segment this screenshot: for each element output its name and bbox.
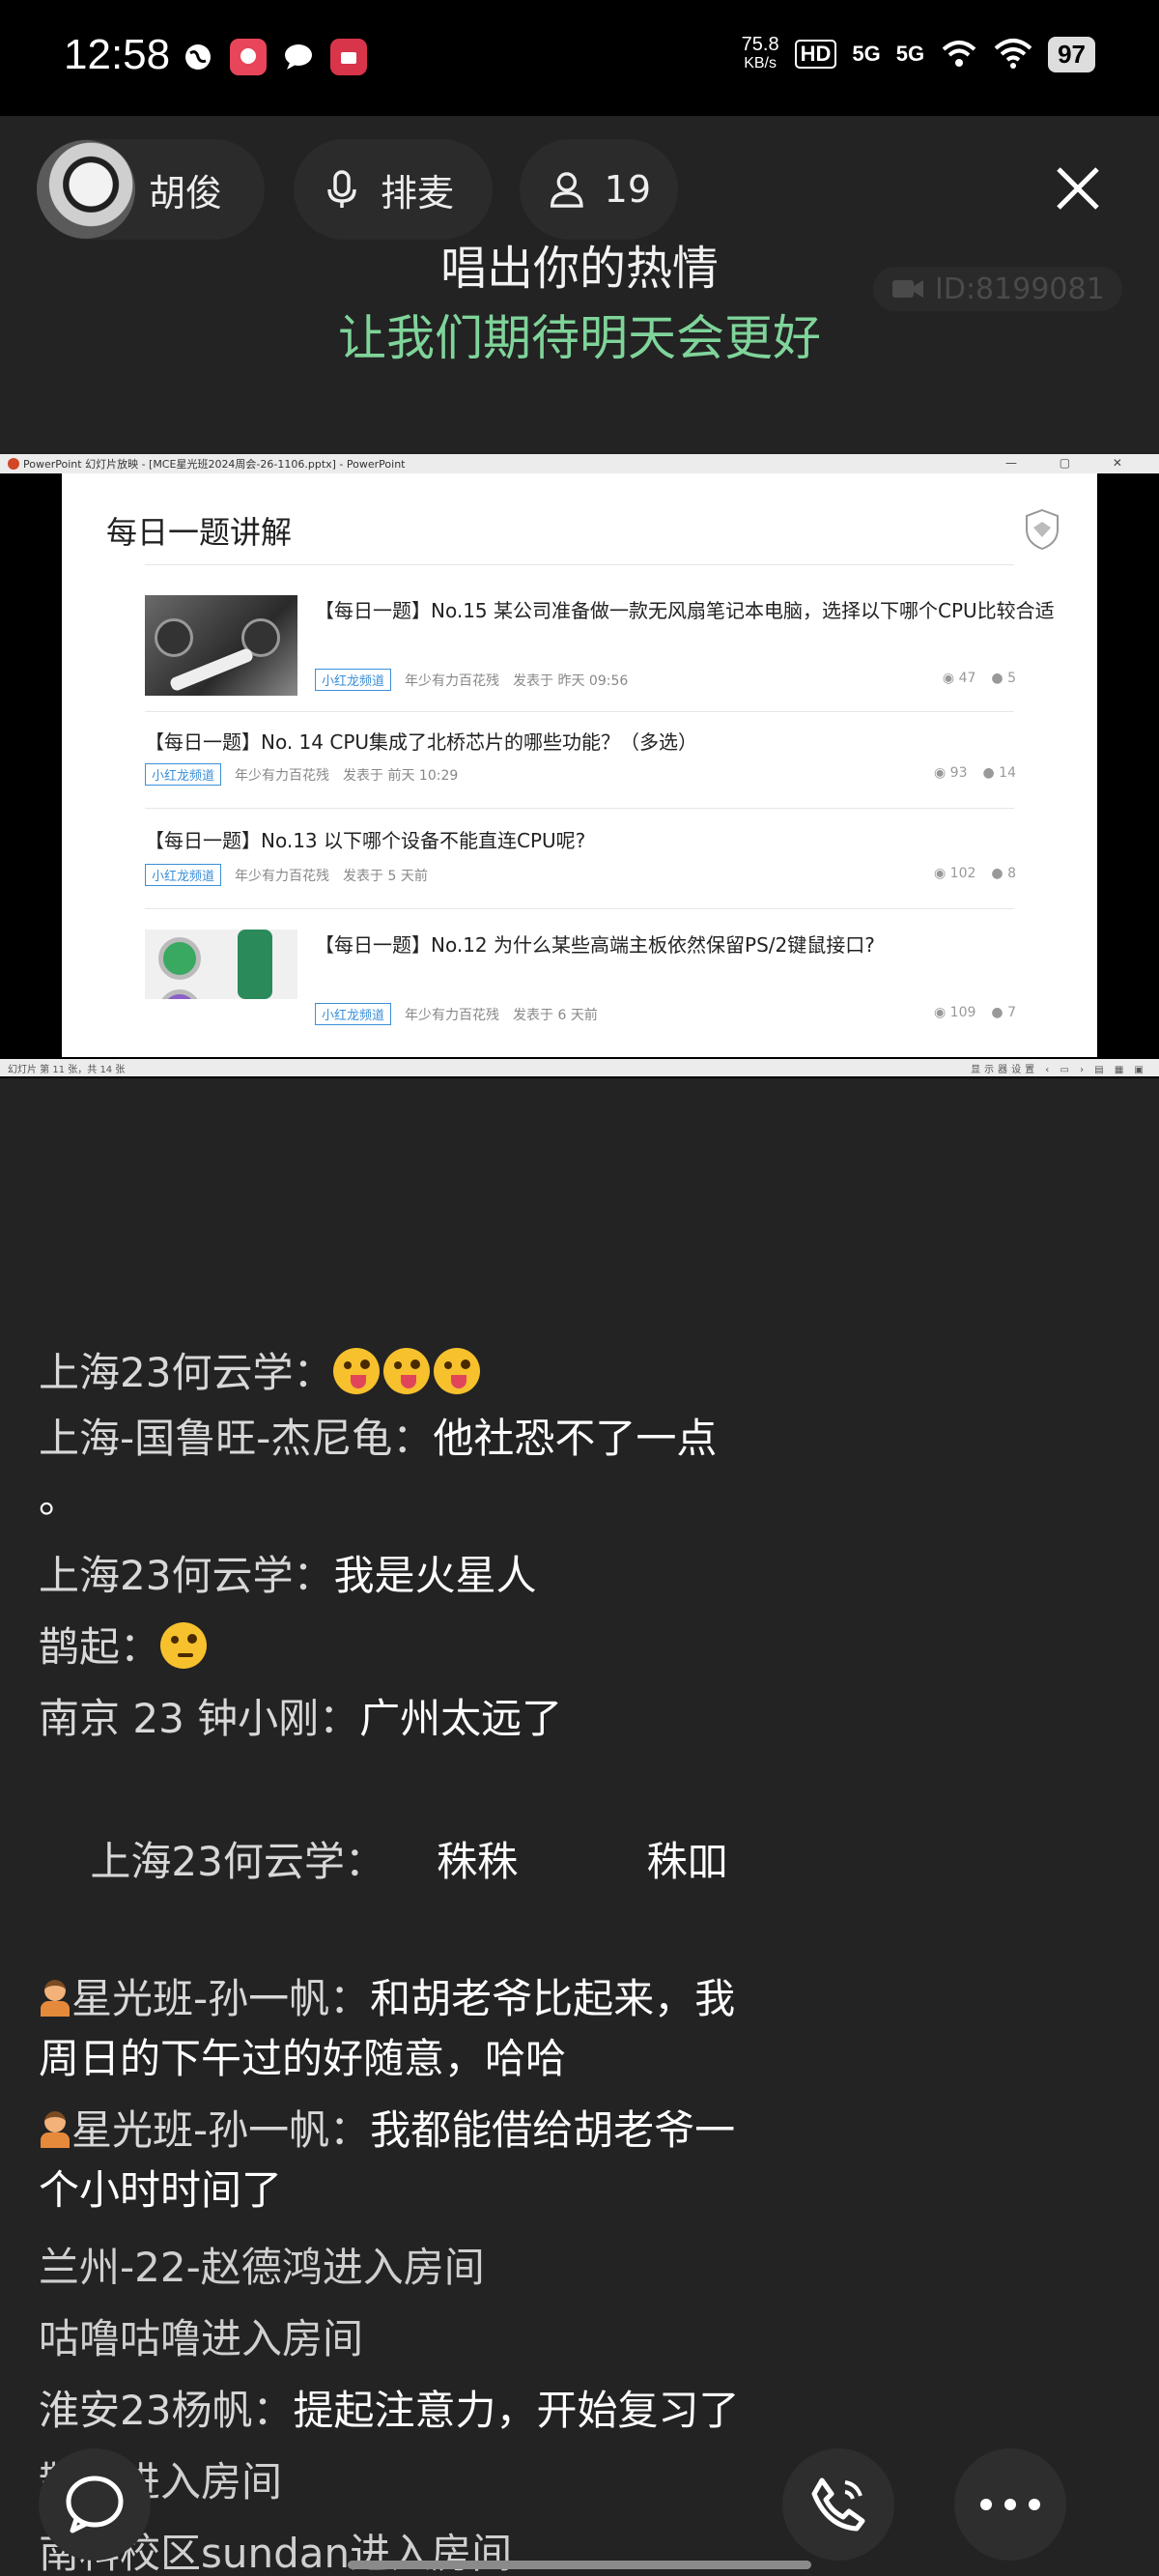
post-title: 【每日一题】No.13 以下哪个设备不能直连CPU呢? bbox=[145, 829, 586, 852]
views-icon: ◉ 102 bbox=[934, 866, 976, 881]
globe-icon bbox=[180, 39, 216, 75]
chat-message: 星光班-孙一帆：我都能借给胡老爷一 个小时时间了 bbox=[39, 2106, 736, 2214]
views-icon: ◉ 47 bbox=[942, 671, 976, 686]
window-controls: — ▢ ✕ bbox=[1004, 456, 1142, 470]
post-stats: ◉ 47 ● 5 bbox=[943, 671, 1016, 686]
shopping-icon bbox=[330, 39, 367, 75]
post-stats: ◉ 102 ● 8 bbox=[934, 866, 1016, 881]
view-controls: 显示器设置 ‹ ▭ › ▤ ▦ ▣ bbox=[971, 1064, 1147, 1075]
post-meta: 小红龙频道 年少有力百花残 发表于 6 天前 bbox=[315, 1003, 598, 1025]
person-icon bbox=[551, 172, 583, 208]
room-header: 胡俊 排麦 19 唱出你的热情 让我们期待明天会更好 ID:8199081 bbox=[0, 116, 1159, 454]
chat-message: 上海23何云学：我是火星人 bbox=[39, 1552, 537, 1599]
thinking-face-emoji-icon bbox=[160, 1622, 208, 1669]
audience-count: 19 bbox=[604, 168, 651, 211]
post-stats: ◉ 93 ● 14 bbox=[934, 765, 1016, 781]
join-notice: 兰州-22-赵德鸿进入房间 bbox=[39, 2244, 485, 2291]
chat-message: 鹊起： bbox=[39, 1612, 831, 1683]
message-icon bbox=[280, 39, 317, 75]
slide-heading: 每日一题讲解 bbox=[106, 514, 293, 551]
post-meta: 小红龙频道 年少有力百花残 发表于 昨天 09:56 bbox=[315, 669, 628, 691]
post-thumbnail bbox=[145, 930, 297, 999]
notification-icons bbox=[180, 39, 367, 75]
chat-message: 淮安23杨帆：提起注意力，开始复习了 bbox=[39, 2387, 740, 2434]
chat-message: 上海23何云学： 秼秼 秼吅 bbox=[90, 1838, 728, 1885]
chat-message: 星光班-孙一帆：和胡老爷比起来，我 周日的下午过的好随意，哈哈 bbox=[39, 1975, 736, 2082]
app-notification-icon bbox=[230, 39, 267, 75]
post-stats: ◉ 109 ● 7 bbox=[934, 1005, 1016, 1020]
status-bar: 12:58 75.8 KB/s HD 5G 5G 97 bbox=[0, 0, 1159, 116]
room-id-badge: ID:8199081 bbox=[873, 267, 1122, 311]
post-title: 【每日一题】No. 14 CPU集成了北桥芯片的哪些功能？（多选） bbox=[145, 730, 698, 754]
views-icon: ◉ 109 bbox=[934, 1005, 976, 1020]
chat-message: 南京 23 钟小刚：广州太远了 bbox=[39, 1695, 563, 1742]
chat-list[interactable]: 上海23何云学： 上海-国鲁旺-杰尼龟：他社恐不了一点。 上海23何云学：我是火… bbox=[39, 1337, 831, 2576]
battery-icon: 97 bbox=[1048, 36, 1095, 72]
comments-icon: ● 7 bbox=[991, 1005, 1016, 1020]
channel-badge: 小红龙频道 bbox=[315, 1003, 392, 1025]
home-indicator[interactable] bbox=[348, 2561, 811, 2569]
channel-badge: 小红龙频道 bbox=[145, 864, 222, 886]
wifi-icon bbox=[994, 39, 1032, 69]
chat-message: 上海-国鲁旺-杰尼龟：他社恐不了一点。 bbox=[39, 1415, 718, 1522]
status-time: 12:58 bbox=[64, 31, 171, 78]
comments-icon: ● 8 bbox=[991, 866, 1016, 881]
zany-face-emoji-icon bbox=[434, 1348, 481, 1394]
divider bbox=[145, 908, 1014, 909]
phone-icon bbox=[811, 2477, 865, 2532]
zany-face-emoji-icon bbox=[333, 1348, 381, 1394]
channel-badge: 小红龙频道 bbox=[315, 669, 392, 691]
audience-count-button[interactable]: 19 bbox=[520, 139, 678, 240]
zany-face-emoji-icon bbox=[383, 1348, 431, 1394]
post-thumbnail bbox=[145, 595, 297, 696]
wifi-calling-icon bbox=[942, 41, 976, 67]
chat-message: 上海23何云学： bbox=[39, 1337, 831, 1409]
close-button[interactable] bbox=[1049, 155, 1107, 222]
user-avatar-icon bbox=[39, 2111, 71, 2150]
hd-icon: HD bbox=[794, 40, 837, 69]
host-name: 胡俊 bbox=[149, 171, 223, 215]
call-button[interactable] bbox=[782, 2448, 894, 2561]
comments-icon: ● 14 bbox=[982, 765, 1017, 781]
net-speed: 75.8 KB/s bbox=[741, 34, 779, 72]
video-camera-icon bbox=[892, 280, 923, 298]
mic-icon bbox=[327, 170, 356, 208]
queue-button[interactable]: 排麦 bbox=[294, 139, 493, 240]
signal-5g-icon-2: 5G bbox=[895, 42, 925, 66]
user-avatar-icon bbox=[39, 1980, 71, 2018]
channel-badge: 小红龙频道 bbox=[145, 763, 222, 786]
join-notice: 咕噜咕噜进入房间 bbox=[39, 2315, 364, 2362]
shield-logo-icon bbox=[1026, 508, 1059, 551]
post-title: 【每日一题】No.15 某公司准备做一款无风扇笔记本电脑，选择以下哪个CPU比较… bbox=[315, 599, 1055, 622]
divider bbox=[145, 564, 1014, 565]
chat-input-button[interactable] bbox=[39, 2448, 151, 2561]
host-avatar[interactable] bbox=[37, 140, 135, 239]
screen-share[interactable]: PowerPoint 幻灯片放映 - [MCE星光班2024周会-26-1106… bbox=[0, 454, 1159, 1078]
ppt-status-bar: 幻灯片 第 11 张，共 14 张 显示器设置 ‹ ▭ › ▤ ▦ ▣ bbox=[0, 1059, 1159, 1076]
comments-icon: ● 5 bbox=[991, 671, 1016, 686]
divider bbox=[145, 711, 1014, 712]
slide: 每日一题讲解 【每日一题】No.15 某公司准备做一款无风扇笔记本电脑，选择以下… bbox=[62, 473, 1097, 1057]
ppt-window-title: PowerPoint 幻灯片放映 - [MCE星光班2024周会-26-1106… bbox=[0, 454, 1159, 473]
join-notice: 鹊起进入房间 bbox=[39, 2458, 283, 2505]
divider bbox=[145, 808, 1014, 809]
close-icon bbox=[1057, 167, 1099, 210]
post-meta: 小红龙频道 年少有力百花残 发表于 5 天前 bbox=[145, 864, 428, 886]
post-meta: 小红龙频道 年少有力百花残 发表于 前天 10:29 bbox=[145, 763, 458, 786]
more-icon bbox=[980, 2499, 1040, 2510]
signal-5g-icon: 5G bbox=[852, 42, 881, 66]
post-title: 【每日一题】No.12 为什么某些高端主板依然保留PS/2键鼠接口? bbox=[315, 933, 875, 957]
system-indicators: 75.8 KB/s HD 5G 5G 97 bbox=[742, 35, 1095, 73]
powerpoint-icon bbox=[8, 458, 19, 470]
host-chip[interactable]: 胡俊 bbox=[37, 139, 265, 240]
views-icon: ◉ 93 bbox=[934, 765, 968, 781]
queue-label: 排麦 bbox=[381, 171, 455, 215]
chat-bubble-icon bbox=[66, 2476, 124, 2533]
more-button[interactable] bbox=[954, 2448, 1066, 2561]
